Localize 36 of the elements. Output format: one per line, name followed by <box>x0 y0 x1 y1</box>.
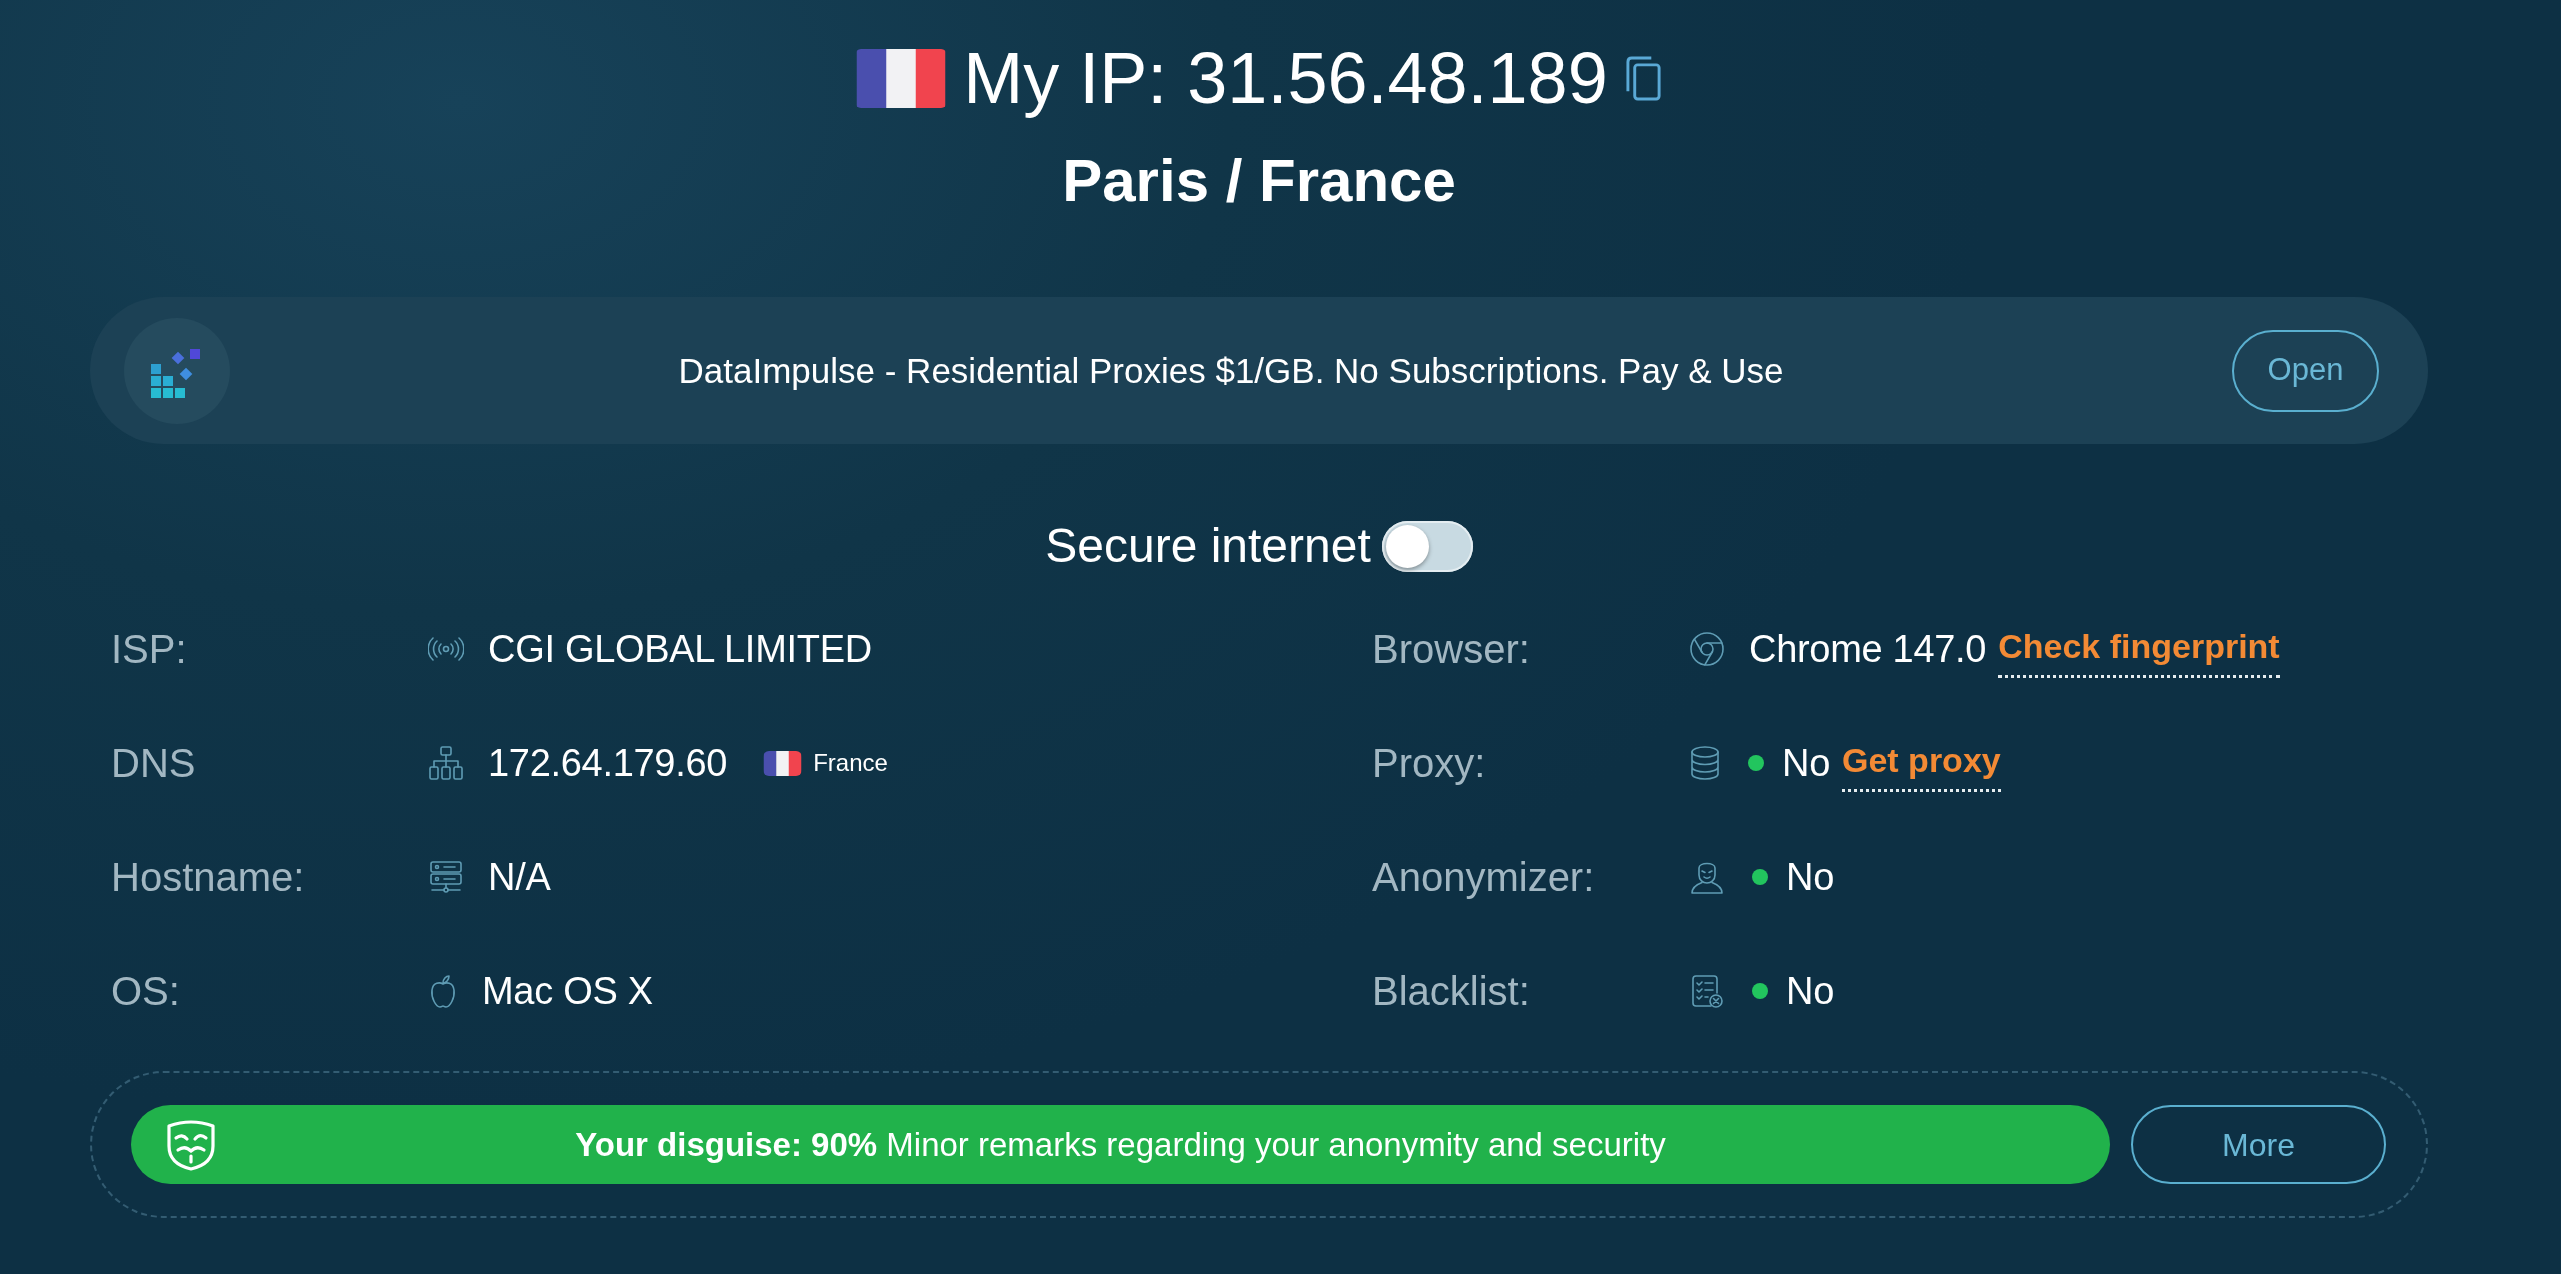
field-label: Anonymizer: <box>1372 854 1596 901</box>
action-link[interactable]: Get proxy <box>1842 734 2001 792</box>
flag-icon <box>855 48 948 108</box>
secure-internet-label: Secure internet <box>1045 520 1371 572</box>
database-icon <box>1689 745 1721 781</box>
field-value: No <box>1786 968 1834 1014</box>
country-name: France <box>813 748 888 778</box>
signal-icon <box>428 637 464 661</box>
field-label: DNS <box>111 740 197 787</box>
field-label: Proxy: <box>1372 740 1487 787</box>
field-value: Mac OS X <box>482 968 653 1014</box>
checklist-icon <box>1689 973 1725 1009</box>
field-value: 172.64.179.60 <box>488 740 728 786</box>
ad-text: DataImpulse - Residential Proxies $1/GB. No Subscriptions. Pay & Use <box>677 349 1785 392</box>
location-text: Paris / France <box>1062 146 1456 216</box>
ip-heading: My IP: 31.56.48.189 <box>963 38 1608 118</box>
field-label: ISP: <box>111 626 188 673</box>
field-value: CGI GLOBAL LIMITED <box>488 626 872 672</box>
field-value: N/A <box>488 854 551 900</box>
browser-logo-icon <box>1689 631 1725 667</box>
field-value: No <box>1782 740 1830 786</box>
field-value: Chrome 147.0 <box>1749 626 1987 672</box>
field-value: No <box>1786 854 1834 900</box>
field-label: Hostname: <box>111 854 306 901</box>
field-label: Browser: <box>1372 626 1531 673</box>
apple-icon <box>428 973 458 1009</box>
secure-internet-toggle[interactable] <box>1381 520 1473 572</box>
field-label: Blacklist: <box>1372 968 1531 1015</box>
more-button[interactable]: More <box>2131 1105 2386 1184</box>
server-icon <box>428 859 464 895</box>
field-label: OS: <box>111 968 181 1015</box>
disguise-summary: Your disguise: 90% Minor remarks regarding your anonymity and security <box>574 1124 1667 1165</box>
action-link[interactable]: Check fingerprint <box>1998 620 2280 678</box>
open-button[interactable]: Open <box>2232 329 2379 412</box>
network-icon <box>428 745 464 781</box>
flag-icon <box>763 750 803 776</box>
